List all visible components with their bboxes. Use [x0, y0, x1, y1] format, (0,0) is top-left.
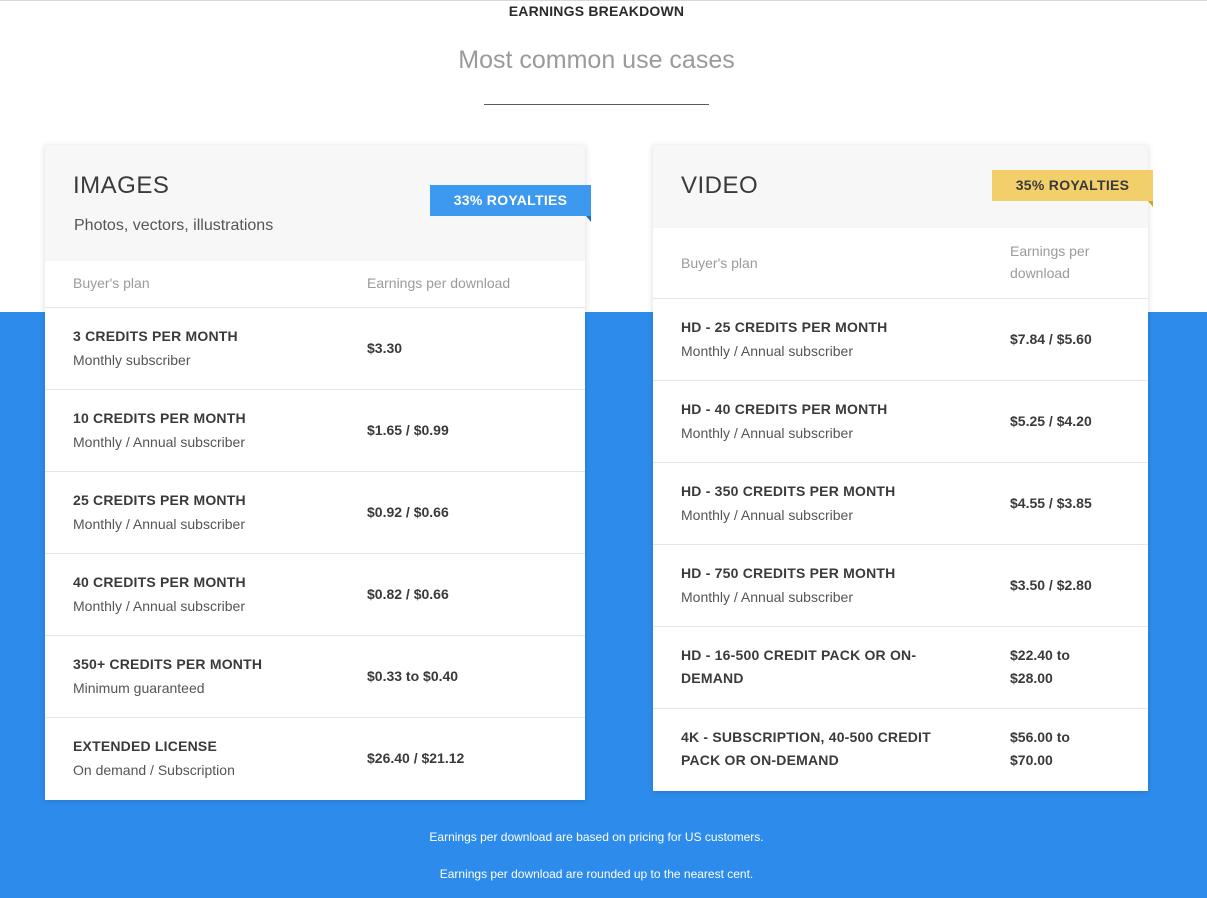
table-row: 40 CREDITS PER MONTH Monthly / Annual su… [45, 554, 585, 636]
plan-title: 350+ CREDITS PER MONTH [73, 656, 263, 672]
plan-title: HD - 25 CREDITS PER MONTH [681, 319, 888, 335]
plan-subtitle: Monthly subscriber [73, 352, 191, 368]
plan-earnings: $4.55 / $3.85 [1010, 495, 1092, 511]
table-row: 3 CREDITS PER MONTH Monthly subscriber $… [45, 308, 585, 390]
table-row: EXTENDED LICENSE On demand / Subscriptio… [45, 718, 585, 799]
plan-title: HD - 40 CREDITS PER MONTH [681, 401, 888, 417]
table-row: HD - 16-500 CREDIT PACK OR ON-DEMAND $22… [653, 627, 1148, 709]
plan-title: 25 CREDITS PER MONTH [73, 492, 246, 508]
table-row: 10 CREDITS PER MONTH Monthly / Annual su… [45, 390, 585, 472]
images-card-subtitle: Photos, vectors, illustrations [74, 217, 274, 234]
plan-earnings: $26.40 / $21.12 [367, 750, 465, 766]
images-col-buyers-plan: Buyer's plan [73, 275, 150, 291]
plan-earnings: $0.92 / $0.66 [367, 504, 449, 520]
plan-title: EXTENDED LICENSE [73, 738, 217, 754]
video-royalty-ribbon: 35% ROYALTIES [992, 170, 1153, 207]
plan-title: HD - 350 CREDITS PER MONTH [681, 483, 896, 499]
images-card-title: IMAGES [73, 172, 170, 199]
plan-subtitle: Monthly / Annual subscriber [73, 434, 245, 450]
video-col-buyers-plan: Buyer's plan [681, 255, 758, 271]
plan-subtitle: Monthly / Annual subscriber [681, 343, 853, 359]
plan-subtitle: Monthly / Annual subscriber [73, 598, 245, 614]
plan-earnings: $7.84 / $5.60 [1010, 331, 1092, 347]
plan-subtitle: Minimum guaranteed [73, 680, 205, 696]
plan-earnings: $3.50 / $2.80 [1010, 577, 1092, 593]
top-divider [0, 0, 1207, 1]
images-card: IMAGES Photos, vectors, illustrations 33… [45, 145, 591, 800]
video-card-title: VIDEO [681, 172, 759, 199]
table-row: HD - 25 CREDITS PER MONTH Monthly / Annu… [653, 299, 1148, 381]
plan-subtitle: Monthly / Annual subscriber [681, 507, 853, 523]
plan-earnings: $56.00 to $70.00 [1010, 729, 1070, 768]
plan-subtitle: Monthly / Annual subscriber [681, 589, 853, 605]
images-column-header: Buyer's plan Earnings per download [45, 261, 585, 308]
plan-title: 4K - SUBSCRIPTION, 40-500 CREDIT PACK OR… [681, 729, 931, 768]
plan-subtitle: Monthly / Annual subscriber [73, 516, 245, 532]
section-headline: Most common use cases [458, 46, 735, 74]
plan-earnings: $22.40 to $28.00 [1010, 647, 1070, 686]
footnote-rounding: Earnings per download are rounded up to … [439, 867, 754, 881]
headline-divider [484, 104, 709, 105]
table-row: 25 CREDITS PER MONTH Monthly / Annual su… [45, 472, 585, 554]
plan-earnings: $1.65 / $0.99 [367, 422, 449, 438]
plan-title: HD - 750 CREDITS PER MONTH [681, 565, 896, 581]
plan-earnings: $5.25 / $4.20 [1010, 413, 1092, 429]
plan-title: 3 CREDITS PER MONTH [73, 328, 238, 344]
section-eyebrow: EARNINGS BREAKDOWN [508, 3, 685, 19]
plan-earnings: $0.33 to $0.40 [367, 668, 459, 684]
images-col-earnings: Earnings per download [367, 275, 511, 291]
images-card-header: IMAGES Photos, vectors, illustrations 33… [45, 145, 591, 261]
video-card-header: VIDEO 35% ROYALTIES [653, 145, 1153, 228]
images-royalty-ribbon: 33% ROYALTIES [430, 185, 591, 222]
plan-title: HD - 16-500 CREDIT PACK OR ON-DEMAND [681, 647, 917, 686]
video-col-earnings: Earnings per download [1010, 243, 1090, 281]
plan-title: 40 CREDITS PER MONTH [73, 574, 246, 590]
video-card: VIDEO 35% ROYALTIES Buyer's plan Earning… [653, 145, 1153, 791]
plan-earnings: $0.82 / $0.66 [367, 586, 449, 602]
plan-subtitle: Monthly / Annual subscriber [681, 425, 853, 441]
table-row: HD - 750 CREDITS PER MONTH Monthly / Ann… [653, 545, 1148, 627]
table-row: HD - 350 CREDITS PER MONTH Monthly / Ann… [653, 463, 1148, 545]
table-row: 350+ CREDITS PER MONTH Minimum guarantee… [45, 636, 585, 718]
plan-earnings: $3.30 [367, 340, 403, 356]
table-row: 4K - SUBSCRIPTION, 40-500 CREDIT PACK OR… [653, 709, 1148, 790]
plan-subtitle: On demand / Subscription [73, 762, 235, 778]
video-column-header: Buyer's plan Earnings per download [653, 228, 1148, 299]
plan-title: 10 CREDITS PER MONTH [73, 410, 246, 426]
footnote-pricing: Earnings per download are based on prici… [429, 830, 764, 844]
table-row: HD - 40 CREDITS PER MONTH Monthly / Annu… [653, 381, 1148, 463]
